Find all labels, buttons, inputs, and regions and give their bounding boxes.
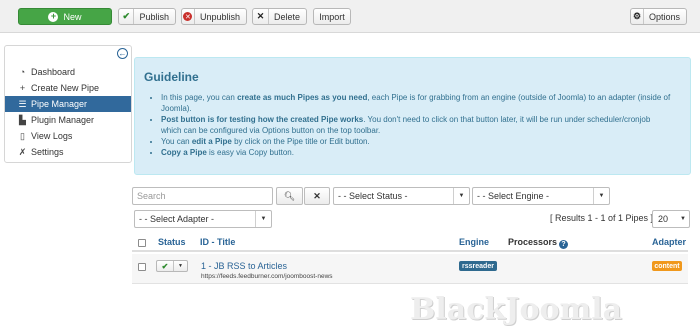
dashboard-icon: ◔: [19, 67, 26, 77]
guideline-bold: edit a Pipe: [191, 137, 232, 146]
plugin-icon: ▙: [19, 114, 26, 125]
chevron-down-icon: ▼: [453, 188, 469, 204]
list-limit-select[interactable]: 20 ▼: [652, 210, 690, 228]
published-check-icon[interactable]: ✔: [157, 261, 174, 271]
help-icon[interactable]: ?: [559, 240, 569, 249]
guideline-box: Guideline In this page, you can create a…: [134, 57, 691, 175]
guideline-text: You can: [161, 137, 192, 146]
guideline-title: Guideline: [144, 70, 199, 84]
import-button[interactable]: Import: [313, 8, 351, 25]
sidebar: ← ◔ Dashboard + Create New Pipe ☰ Pipe M…: [4, 45, 132, 163]
new-button[interactable]: + New: [18, 8, 112, 25]
sidebar-item-label: Plugin Manager: [31, 115, 95, 125]
engine-select-value: - - Select Engine -: [477, 191, 550, 201]
pipe-url: https://feeds.feedburner.com/joomboost-n…: [201, 273, 333, 280]
plus-icon: +: [19, 83, 26, 93]
status-select-value: - - Select Status -: [338, 191, 408, 201]
pipe-title-link[interactable]: 1 - JB RSS to Articles: [201, 261, 287, 271]
import-button-label: Import: [319, 11, 345, 22]
gear-icon: ⚙: [631, 9, 644, 24]
adapter-select-value: - - Select Adapter -: [139, 214, 215, 224]
guideline-text: In this page, you can: [161, 93, 238, 102]
status-toggle-group: ✔ ▼: [156, 260, 188, 272]
row-checkbox[interactable]: [138, 263, 146, 271]
column-status[interactable]: Status: [158, 237, 186, 247]
check-icon: ✔: [119, 9, 135, 24]
chevron-down-icon: ▼: [680, 216, 686, 222]
guideline-item: In this page, you can create as much Pip…: [161, 92, 671, 114]
guideline-item: You can edit a Pipe by click on the Pipe…: [161, 136, 671, 147]
wrench-icon: ✗: [18, 146, 27, 157]
chevron-down-icon: ▼: [593, 188, 609, 204]
guideline-bold: create as much Pipes as you need: [237, 93, 368, 102]
sidebar-item-plugin-manager[interactable]: ▙ Plugin Manager: [5, 112, 131, 128]
table-header: Status ID - Title Engine Processors? Ada…: [132, 232, 688, 252]
delete-button-label: Delete: [273, 11, 300, 22]
sidebar-item-label: Create New Pipe: [31, 83, 100, 93]
sidebar-item-label: Pipe Manager: [31, 99, 88, 109]
sidebar-item-label: Settings: [31, 147, 64, 157]
column-title[interactable]: ID - Title: [200, 237, 235, 247]
new-button-label: New: [63, 11, 82, 22]
list-limit-value: 20: [658, 214, 669, 224]
guideline-list: In this page, you can create as much Pip…: [161, 92, 671, 158]
results-count: [ Results 1 - 1 of 1 Pipes ]: [550, 213, 654, 223]
unpublish-button[interactable]: ✕ Unpublish: [181, 8, 247, 25]
file-icon: ▯: [20, 130, 25, 141]
sidebar-item-view-logs[interactable]: ▯ View Logs: [5, 128, 131, 144]
collapse-sidebar-icon[interactable]: ←: [117, 48, 128, 59]
search-icon: 🔍︎: [283, 190, 296, 201]
select-all-checkbox[interactable]: [138, 239, 146, 247]
delete-icon: ✕: [253, 9, 269, 24]
table-row: ✔ ▼ 1 - JB RSS to Articles https://feeds…: [132, 254, 688, 284]
search-placeholder: Search: [137, 191, 166, 201]
adapter-select[interactable]: - - Select Adapter - ▼: [134, 210, 272, 228]
engine-select[interactable]: - - Select Engine - ▼: [472, 187, 610, 205]
list-icon: ☰: [18, 98, 27, 109]
options-button[interactable]: ⚙ Options: [630, 8, 687, 25]
status-select[interactable]: - - Select Status - ▼: [333, 187, 470, 205]
sidebar-item-create-new-pipe[interactable]: + Create New Pipe: [5, 80, 131, 96]
guideline-bold: Post button is for testing how the creat…: [161, 115, 364, 124]
adapter-badge: content: [652, 261, 682, 271]
options-button-label: Options: [648, 11, 680, 22]
guideline-text: by click on the Pipe title or Edit butto…: [231, 137, 370, 146]
sidebar-item-settings[interactable]: ✗ Settings: [5, 144, 131, 160]
chevron-down-icon: ▼: [255, 211, 271, 227]
guideline-item: Post button is for testing how the creat…: [161, 114, 671, 136]
sidebar-nav: ◔ Dashboard + Create New Pipe ☰ Pipe Man…: [5, 64, 131, 160]
delete-button[interactable]: ✕ Delete: [252, 8, 307, 25]
guideline-item: Copy a Pipe is easy via Copy button.: [161, 147, 671, 158]
chevron-down-icon[interactable]: ▼: [174, 261, 187, 271]
search-input[interactable]: Search: [132, 187, 273, 205]
watermark-logo: BlackJoomla: [410, 292, 623, 327]
toolbar: + New ✔ Publish ✕ Unpublish ✕ Delete Imp…: [0, 0, 700, 33]
column-adapter[interactable]: Adapter: [652, 237, 686, 247]
sidebar-item-label: Dashboard: [31, 67, 76, 77]
publish-button[interactable]: ✔ Publish: [118, 8, 176, 25]
unpublish-icon-wrap: ✕: [182, 9, 195, 24]
publish-button-label: Publish: [139, 11, 169, 22]
sidebar-item-label: View Logs: [31, 131, 73, 141]
engine-badge: rssreader: [459, 261, 497, 271]
close-icon: ✕: [313, 190, 321, 201]
unpublish-icon: ✕: [183, 12, 193, 21]
clear-search-button[interactable]: ✕: [304, 187, 330, 205]
column-engine[interactable]: Engine: [459, 237, 489, 247]
sidebar-item-pipe-manager[interactable]: ☰ Pipe Manager: [5, 96, 131, 112]
column-processors-label: Processors: [508, 237, 558, 247]
guideline-bold: Copy a Pipe: [161, 148, 207, 157]
sidebar-item-dashboard[interactable]: ◔ Dashboard: [5, 64, 131, 80]
unpublish-button-label: Unpublish: [199, 11, 240, 22]
guideline-text: is easy via Copy button.: [206, 148, 294, 157]
search-button[interactable]: 🔍︎: [276, 187, 303, 205]
column-processors: Processors?: [508, 237, 569, 249]
plus-circle-icon: +: [48, 11, 59, 22]
